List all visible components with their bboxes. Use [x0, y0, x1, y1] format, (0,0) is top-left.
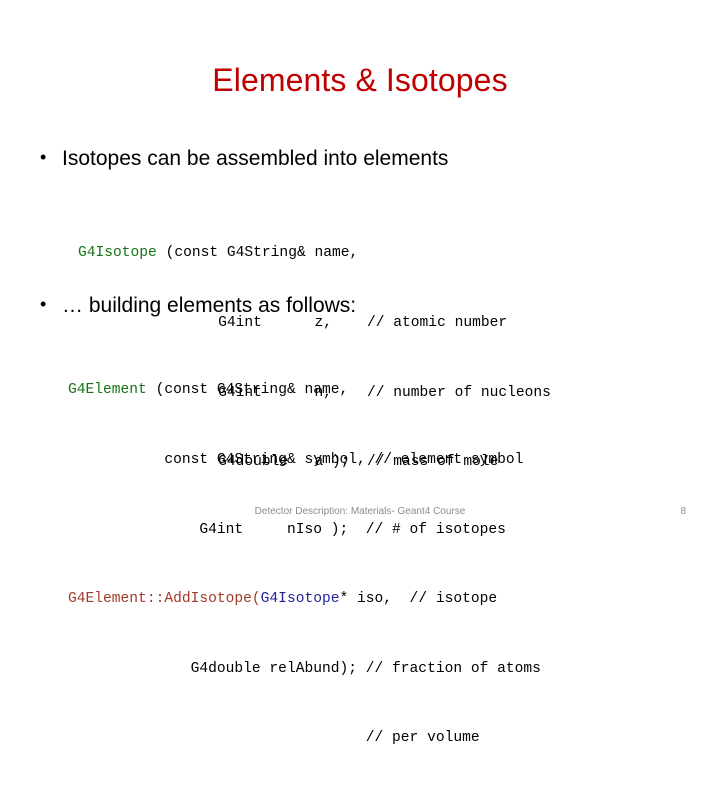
- code-block-g4element: G4Element (const G4String& name, const G…: [68, 333, 541, 797]
- footer-label: Detector Description: Materials- Geant4 …: [254, 506, 466, 517]
- bullet-marker-icon: •: [40, 294, 47, 314]
- code-line-addisotope: G4Element::AddIsotope(G4Isotope* iso, //…: [68, 588, 541, 611]
- code-line: G4int nIso ); // # of isotopes: [68, 519, 541, 542]
- code-line: G4double relAbund); // fraction of atoms: [68, 658, 541, 681]
- code-token-class: G4Element: [68, 382, 147, 399]
- slide-canvas: Elements & Isotopes • Isotopes can be as…: [0, 0, 720, 746]
- code-token-class: G4Isotope: [78, 245, 157, 262]
- code-token-method: G4Element::AddIsotope(: [68, 591, 261, 608]
- code-line: const G4String& symbol, // element symbo…: [68, 449, 541, 472]
- bullet-marker-icon: •: [40, 147, 47, 167]
- code-token-text: (const G4String& name,: [156, 245, 359, 262]
- code-token-text: G4double relAbund); // fraction of atoms: [68, 660, 541, 677]
- bullet-item-1-label: Isotopes can be assembled into elements: [62, 147, 449, 170]
- code-token-text: const G4String& symbol, // element symbo…: [68, 452, 524, 468]
- code-token-text: G4int nIso ); // # of isotopes: [68, 521, 506, 538]
- bullet-item-1: • Isotopes can be assembled into element…: [40, 146, 448, 172]
- bullet-item-2: • … building elements as follows:: [40, 293, 356, 319]
- code-token-text: // per volume: [68, 730, 480, 747]
- code-token-text: (const G4String& name,: [146, 382, 349, 399]
- bullet-item-2-label: … building elements as follows:: [62, 294, 357, 317]
- code-token-text: * iso, // isotope: [339, 591, 498, 608]
- code-token-type: G4Isotope: [260, 591, 340, 608]
- code-line: // per volume: [68, 727, 541, 750]
- code-line: G4Isotope (const G4String& name,: [78, 242, 551, 265]
- code-line: G4Element (const G4String& name,: [68, 379, 541, 402]
- page-title: Elements & Isotopes: [212, 62, 508, 98]
- page-number: 8: [680, 506, 686, 517]
